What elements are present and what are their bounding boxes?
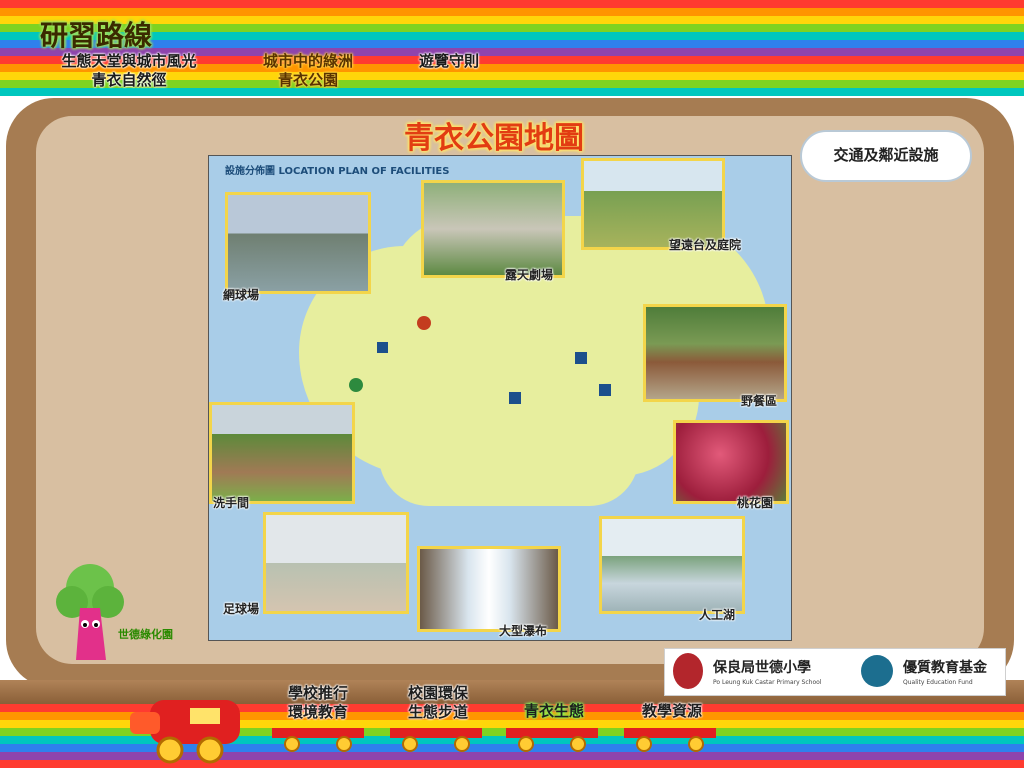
transport-cloud-button[interactable]: 交通及鄰近設施 bbox=[800, 130, 972, 182]
picnic-area-photo bbox=[643, 304, 787, 402]
label-picnic: 野餐區 bbox=[741, 394, 778, 408]
label-tennis: 網球場 bbox=[223, 288, 260, 302]
waterfall-photo bbox=[417, 546, 561, 632]
label-lake: 人工湖 bbox=[699, 608, 736, 622]
label-garden: 望遠台及庭院 bbox=[669, 238, 742, 252]
toilet-icon bbox=[377, 342, 388, 353]
nav-tsing-yi-park[interactable]: 城市中的綠洲 青衣公園 bbox=[248, 52, 368, 96]
train-engine-icon bbox=[130, 700, 240, 764]
nav-line-1: 生態天堂與城市風光 bbox=[61, 52, 197, 70]
site-title: 研習路線 bbox=[40, 19, 153, 52]
nav-line-1: 教學資源 bbox=[641, 702, 702, 720]
label-toilet: 洗手間 bbox=[213, 496, 250, 510]
school-crest-icon bbox=[673, 653, 703, 689]
nav-line-1: 青衣生態 bbox=[523, 702, 584, 720]
school-name-en: Po Leung Kuk Castar Primary School bbox=[713, 679, 822, 686]
nav-line-2: 生態步道 bbox=[407, 703, 468, 721]
fund-name-en: Quality Education Fund bbox=[903, 679, 973, 686]
fund-name-cn: 優質教育基金 bbox=[903, 660, 987, 676]
train-cart-icon bbox=[506, 728, 598, 752]
nav-line-1: 校園環保 bbox=[407, 684, 468, 702]
park-map: 設施分佈圖 LOCATION PLAN OF FACILITIES 網球場 露天… bbox=[208, 155, 792, 641]
nav-line-2: 環境教育 bbox=[287, 703, 348, 721]
tree-mascot-icon bbox=[56, 564, 124, 660]
train-cart-icon bbox=[390, 728, 482, 752]
nav-line-1: 城市中的綠洲 bbox=[262, 52, 353, 70]
playground-icon bbox=[509, 392, 521, 404]
page-title: 青衣公園地圖 bbox=[404, 121, 584, 156]
nav-line-1: 遊覽守則 bbox=[418, 52, 479, 70]
football-icon bbox=[349, 378, 363, 392]
picnic-icon bbox=[599, 384, 611, 396]
school-name-cn: 保良局世德小學 bbox=[713, 660, 811, 676]
train-cart-icon bbox=[272, 728, 364, 752]
tennis-court-photo bbox=[225, 192, 371, 294]
label-football: 足球場 bbox=[223, 602, 260, 616]
label-peach: 桃花園 bbox=[737, 496, 774, 510]
map-header: 設施分佈圖 LOCATION PLAN OF FACILITIES bbox=[225, 166, 450, 177]
amphitheatre-photo bbox=[421, 180, 565, 278]
nav-line-1: 學校推行 bbox=[287, 684, 348, 702]
toilet-photo bbox=[209, 402, 355, 504]
nav-school-env-edu[interactable]: 學校推行 環境教育 bbox=[272, 684, 364, 724]
basketball-icon bbox=[417, 316, 431, 330]
nav-campus-eco-trail[interactable]: 校園環保 生態步道 bbox=[392, 684, 484, 724]
nav-ecology-trail[interactable]: 生態天堂與城市風光 青衣自然徑 bbox=[44, 52, 214, 96]
nav-line-2: 青衣公園 bbox=[277, 71, 338, 89]
telescope-icon bbox=[575, 352, 587, 364]
artificial-lake-photo bbox=[599, 516, 745, 614]
football-field-photo bbox=[263, 512, 409, 614]
fund-logo-icon bbox=[861, 655, 893, 687]
peach-garden-photo bbox=[673, 420, 789, 504]
nav-line-2: 青衣自然徑 bbox=[91, 71, 167, 89]
mascot-label: 世德綠化園 bbox=[118, 628, 173, 641]
train-cart-icon bbox=[624, 728, 716, 752]
nav-visit-rules[interactable]: 遊覽守則 bbox=[404, 52, 494, 96]
label-waterfall: 大型瀑布 bbox=[499, 624, 548, 638]
label-theatre: 露天劇場 bbox=[505, 268, 554, 282]
map-land bbox=[379, 406, 639, 506]
sponsor-logos: 保良局世德小學 Po Leung Kuk Castar Primary Scho… bbox=[664, 648, 1006, 696]
